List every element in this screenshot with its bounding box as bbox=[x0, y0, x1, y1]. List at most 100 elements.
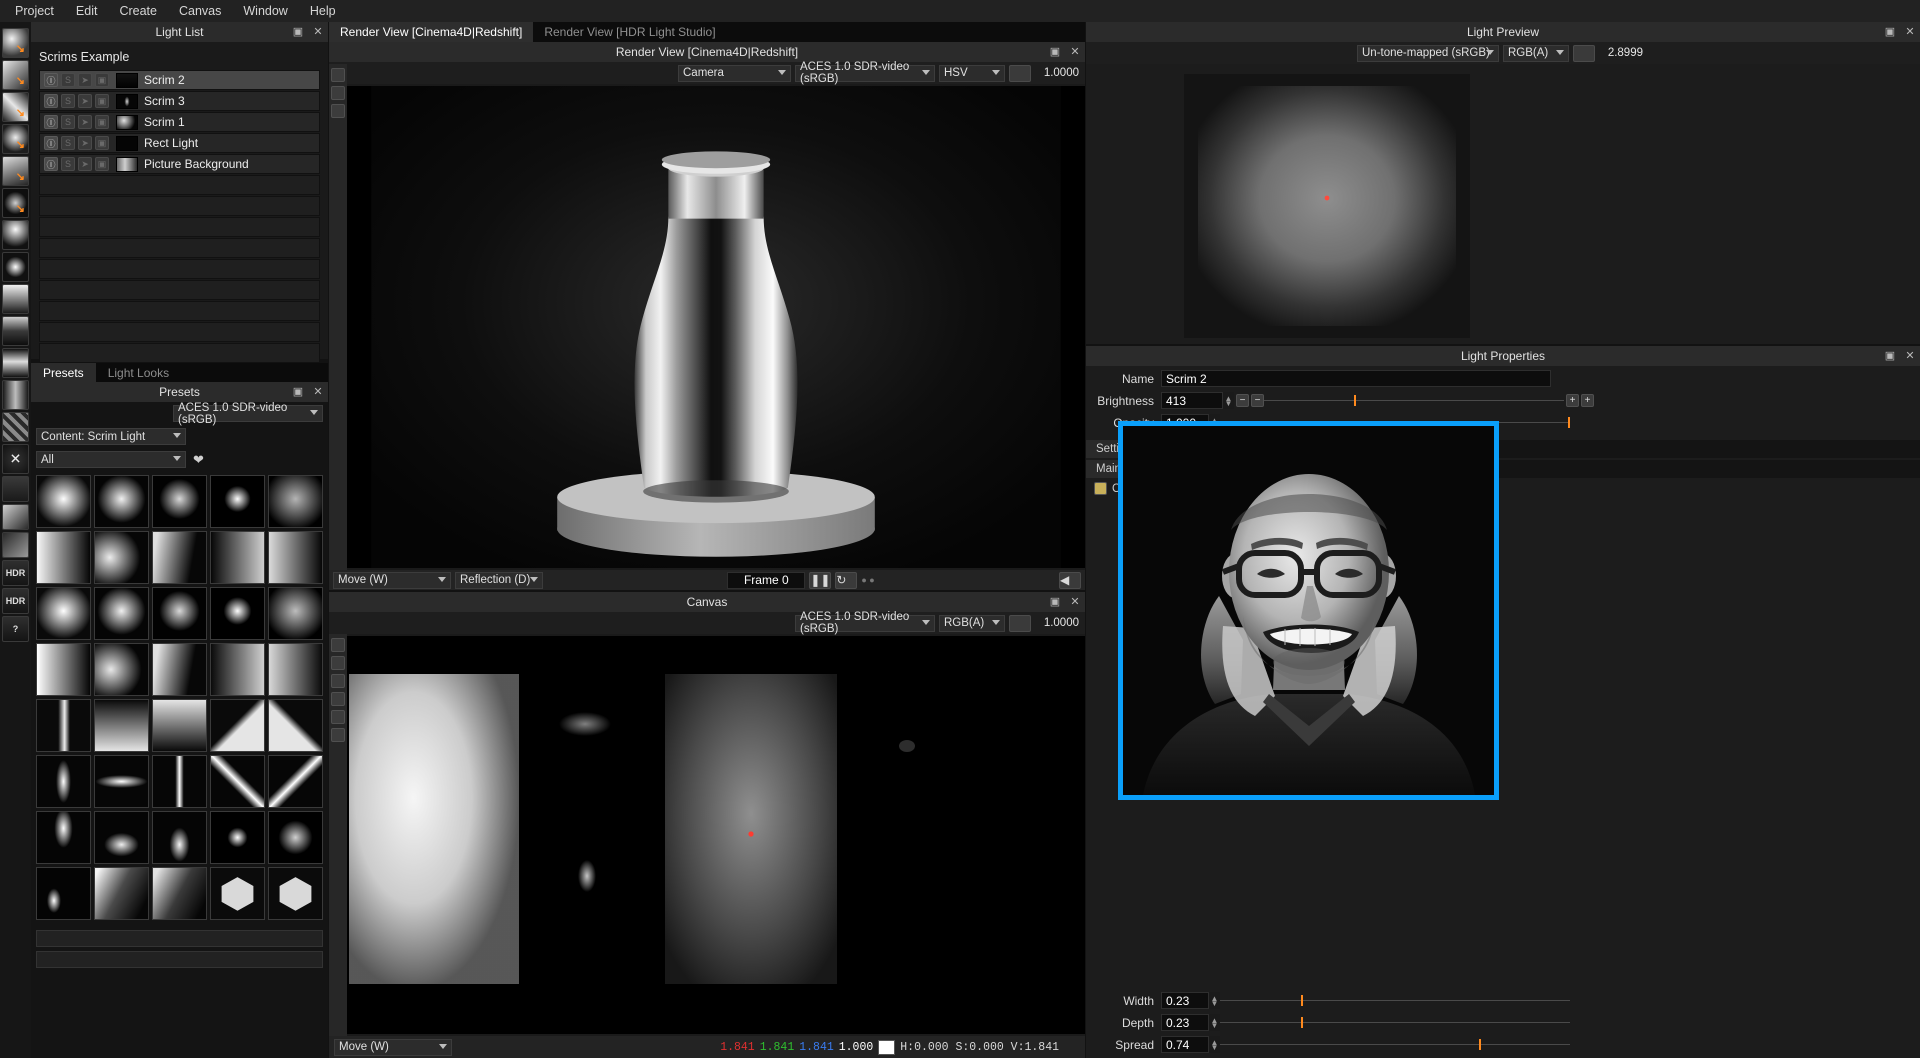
canvas-image[interactable] bbox=[347, 636, 1085, 1034]
area-light-tool[interactable]: ↘ bbox=[2, 28, 29, 58]
preset-swatch[interactable] bbox=[152, 531, 207, 584]
menu-item-window[interactable]: Window bbox=[232, 1, 298, 21]
preset-swatch[interactable] bbox=[36, 755, 91, 808]
preset-swatch[interactable] bbox=[94, 867, 149, 920]
diamond-light-tool[interactable]: ↘ bbox=[2, 60, 29, 90]
solo-icon[interactable]: S bbox=[61, 136, 75, 150]
light-list-row[interactable]: Ⓘ S ➤ ▣ Scrim 1 bbox=[39, 112, 320, 132]
preset-swatch[interactable] bbox=[268, 587, 323, 640]
close-icon[interactable]: ✕ bbox=[312, 26, 324, 38]
brightness-plus2-button[interactable]: + bbox=[1581, 394, 1594, 407]
collapse-icon[interactable]: ◀ bbox=[1059, 571, 1081, 589]
light-list-empty-row[interactable] bbox=[39, 343, 320, 363]
paint-tool[interactable] bbox=[2, 504, 29, 530]
alpha-tool[interactable] bbox=[2, 412, 29, 442]
preset-swatch[interactable] bbox=[94, 587, 149, 640]
gradient-tool[interactable] bbox=[2, 284, 29, 314]
exposure-icon[interactable] bbox=[1009, 614, 1031, 632]
spot-light-tool[interactable] bbox=[2, 220, 29, 250]
width-slider[interactable] bbox=[1220, 992, 1570, 1009]
depth-slider[interactable] bbox=[1220, 1014, 1570, 1031]
undock-icon[interactable]: ▣ bbox=[292, 26, 304, 38]
power-icon[interactable]: Ⓘ bbox=[44, 157, 58, 171]
streak-light-tool[interactable]: ↘ bbox=[2, 92, 29, 122]
spread-stepper[interactable]: ▲ ▼ bbox=[1209, 1036, 1220, 1053]
power-icon[interactable]: Ⓘ bbox=[44, 136, 58, 150]
select-icon[interactable]: ➤ bbox=[78, 73, 92, 87]
spread-field[interactable]: 0.74 bbox=[1161, 1036, 1209, 1053]
canvas-move-dropdown[interactable]: Move (W) bbox=[334, 1038, 452, 1056]
name-field[interactable]: Scrim 2 bbox=[1161, 370, 1551, 387]
preset-swatch[interactable] bbox=[210, 811, 265, 864]
menu-item-canvas[interactable]: Canvas bbox=[168, 1, 232, 21]
menu-item-project[interactable]: Project bbox=[4, 1, 65, 21]
close-icon[interactable]: ✕ bbox=[312, 386, 324, 398]
close-icon[interactable]: ✕ bbox=[1904, 26, 1916, 38]
lock-icon[interactable]: ▣ bbox=[95, 136, 109, 150]
solo-icon[interactable]: S bbox=[61, 115, 75, 129]
brightness-slider[interactable] bbox=[1264, 392, 1564, 409]
preset-swatch[interactable] bbox=[36, 643, 91, 696]
preset-swatch[interactable] bbox=[210, 755, 265, 808]
preset-swatch[interactable] bbox=[152, 755, 207, 808]
cursor-icon[interactable] bbox=[331, 86, 345, 100]
light-list-empty-row[interactable] bbox=[39, 196, 320, 216]
preset-swatch[interactable] bbox=[152, 643, 207, 696]
fit-icon[interactable] bbox=[331, 710, 345, 724]
render-colorspace-dropdown[interactable]: ACES 1.0 SDR-video (sRGB) bbox=[795, 61, 935, 85]
spread-slider[interactable] bbox=[1220, 1036, 1570, 1053]
solo-icon[interactable]: S bbox=[61, 157, 75, 171]
light-list-empty-row[interactable] bbox=[39, 280, 320, 300]
picture-tool[interactable] bbox=[2, 348, 29, 378]
canvas-channel-dropdown[interactable]: RGB(A) bbox=[939, 614, 1005, 632]
preview-channel-dropdown[interactable]: RGB(A) bbox=[1503, 44, 1569, 62]
preset-swatch[interactable] bbox=[152, 475, 207, 528]
camera-dropdown[interactable]: Camera bbox=[678, 64, 791, 82]
close-icon[interactable]: ✕ bbox=[1904, 350, 1916, 362]
preview-exposure-value[interactable]: 2.8999 bbox=[1599, 47, 1643, 59]
solo-icon[interactable]: S bbox=[61, 73, 75, 87]
select-icon[interactable]: ➤ bbox=[78, 94, 92, 108]
soft-light-tool[interactable]: ↘ bbox=[2, 124, 29, 154]
tab-render-view-cinema4d[interactable]: Render View [Cinema4D|Redshift] bbox=[329, 22, 534, 42]
portrait-photo-overlay[interactable] bbox=[1118, 421, 1499, 800]
depth-stepper[interactable]: ▲ ▼ bbox=[1209, 1014, 1220, 1031]
brightness-minus-button[interactable]: − bbox=[1236, 394, 1249, 407]
tab-presets[interactable]: Presets bbox=[31, 363, 96, 382]
preset-swatch[interactable] bbox=[94, 531, 149, 584]
region-icon[interactable] bbox=[331, 104, 345, 118]
menu-item-help[interactable]: Help bbox=[299, 1, 347, 21]
select-icon[interactable]: ➤ bbox=[78, 115, 92, 129]
preset-swatch[interactable] bbox=[94, 475, 149, 528]
brightness-field[interactable]: 413 bbox=[1161, 392, 1223, 409]
presets-path-bar-2[interactable] bbox=[36, 951, 323, 968]
preset-swatch[interactable] bbox=[36, 475, 91, 528]
light-preview-image[interactable] bbox=[1184, 74, 1470, 338]
undock-icon[interactable]: ▣ bbox=[1049, 596, 1061, 608]
preset-swatch[interactable] bbox=[36, 699, 91, 752]
zoom-icon[interactable] bbox=[331, 692, 345, 706]
brightness-stepper[interactable]: ▲ ▼ bbox=[1223, 392, 1234, 409]
preset-swatch[interactable] bbox=[152, 867, 207, 920]
undock-icon[interactable]: ▣ bbox=[1884, 350, 1896, 362]
presets-content-dropdown[interactable]: Content: Scrim Light bbox=[36, 428, 186, 445]
presets-path-bar-1[interactable] bbox=[36, 930, 323, 947]
select-icon[interactable]: ➤ bbox=[78, 157, 92, 171]
light-list-empty-row[interactable] bbox=[39, 301, 320, 321]
render-channel-dropdown[interactable]: HSV bbox=[939, 64, 1005, 82]
depth-field[interactable]: 0.23 bbox=[1161, 1014, 1209, 1031]
width-stepper[interactable]: ▲ ▼ bbox=[1209, 992, 1220, 1009]
canvas-colorspace-dropdown[interactable]: ACES 1.0 SDR-video (sRGB) bbox=[795, 611, 935, 635]
preset-swatch[interactable] bbox=[210, 699, 265, 752]
heart-icon[interactable]: ❤ bbox=[190, 452, 204, 468]
pause-icon[interactable]: ❚❚ bbox=[809, 571, 832, 589]
cursor-icon[interactable] bbox=[331, 656, 345, 670]
hdr-export-tool[interactable]: HDR bbox=[2, 588, 29, 614]
select-icon[interactable]: ➤ bbox=[78, 136, 92, 150]
preset-swatch[interactable] bbox=[36, 531, 91, 584]
render-view-image[interactable] bbox=[347, 86, 1085, 568]
light-list-empty-row[interactable] bbox=[39, 175, 320, 195]
canvas-exposure-value[interactable]: 1.0000 bbox=[1035, 617, 1079, 629]
scrim-light-tool[interactable]: ↘ bbox=[2, 156, 29, 186]
power-icon[interactable]: Ⓘ bbox=[44, 115, 58, 129]
